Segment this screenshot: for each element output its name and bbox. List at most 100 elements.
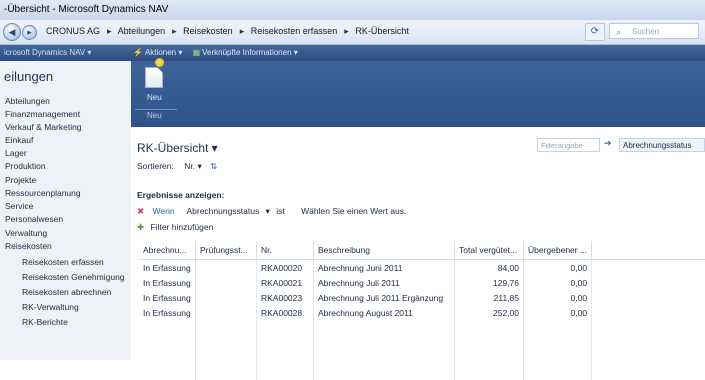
search-icon: ⌕ — [616, 27, 622, 37]
breadcrumb-cronus-ag[interactable]: CRONUS AG — [46, 26, 100, 36]
sidebar-item-produktion[interactable]: Produktion — [5, 160, 46, 173]
sidebar-item-reisekosten[interactable]: Reisekosten — [5, 240, 52, 253]
cell-total: 84,00 — [454, 259, 524, 275]
sort-row: Sortieren: Nr. ▾ ⇅ — [137, 161, 217, 172]
sidebar-item-verwaltung[interactable]: Verwaltung — [5, 227, 47, 240]
cell-empty — [591, 305, 705, 320]
new-button[interactable]: Neu — [147, 93, 162, 102]
column-header-beschreibung[interactable]: Beschreibung — [313, 241, 455, 260]
app-menu[interactable]: icrosoft Dynamics NAV ▾ — [0, 45, 125, 61]
breadcrumb-separator-icon: ▸ — [172, 26, 177, 36]
cell-nr: RKA00020 — [256, 259, 314, 275]
sidebar-item-verkauf-marketing[interactable]: Verkauf & Marketing — [5, 121, 82, 134]
search-input[interactable]: ⌕ Suchen — [609, 23, 699, 39]
forward-arrow-icon[interactable]: ▸ — [22, 25, 37, 40]
breadcrumb-rk-uebersicht[interactable]: RK-Übersicht — [355, 26, 409, 36]
sort-label: Sortieren: — [137, 161, 174, 171]
table-row-empty — [139, 350, 705, 365]
sidebar-item-reisekosten-genehmigung[interactable]: Reisekosten Genehmigung — [22, 271, 125, 284]
breadcrumb-separator-icon: ▸ — [344, 26, 349, 36]
menu-bar: icrosoft Dynamics NAV ▾ ⚡ Aktionen ▾ ▦ Ver… — [0, 45, 705, 61]
where-field-dropdown-icon[interactable]: ▾ — [266, 206, 270, 216]
sidebar-item-ressourcenplanung[interactable]: Ressourcenplanung — [5, 187, 81, 200]
new-star-icon — [155, 58, 164, 67]
window-title: -Übersicht - Microsoft Dynamics NAV — [4, 4, 169, 15]
sidebar-item-projekte[interactable]: Projekte — [5, 174, 36, 187]
where-operator[interactable]: ist — [276, 206, 285, 216]
breadcrumb-reisekosten-erfassen[interactable]: Reisekosten erfassen — [251, 26, 338, 36]
window-titlebar: -Übersicht - Microsoft Dynamics NAV — [0, 0, 705, 21]
ribbon-group-divider — [135, 109, 177, 110]
cell-empty — [591, 275, 705, 290]
ribbon: Neu Neu — [131, 58, 705, 127]
sidebar-item-reisekosten-abrechnen[interactable]: Reisekosten abrechnen — [22, 286, 111, 299]
sidebar-title: eilungen — [4, 69, 54, 84]
filter-field-select[interactable]: Abrechnungsstatus — [619, 138, 705, 152]
lightning-icon: ⚡ — [133, 48, 143, 57]
refresh-icon[interactable]: ⟳ — [585, 23, 605, 41]
column-header-abrechnungsstatus[interactable]: Abrechnu... — [139, 241, 196, 260]
sidebar-item-service[interactable]: Service — [5, 200, 33, 213]
filter-arrow-icon[interactable]: ➔ — [604, 138, 612, 149]
related-info-menu[interactable]: Verknüpfte Informationen ▾ — [202, 48, 298, 57]
cell-total: 129,76 — [454, 275, 524, 290]
cell-status: In Erfassung — [139, 305, 196, 320]
sidebar-item-finanzmanagement[interactable]: Finanzmanagement — [5, 108, 80, 121]
sidebar-item-lager[interactable]: Lager — [5, 147, 27, 160]
breadcrumb-separator-icon: ▸ — [107, 26, 112, 36]
filter-condition-row: ✖ Wenn Abrechnungsstatus ▾ ist Wählen Si… — [137, 206, 406, 217]
sidebar-item-personalwesen[interactable]: Personalwesen — [5, 213, 63, 226]
breadcrumb-reisekosten[interactable]: Reisekosten — [183, 26, 233, 36]
cell-pruefungsstatus — [195, 290, 257, 305]
sidebar-item-reisekosten-erfassen[interactable]: Reisekosten erfassen — [22, 256, 104, 269]
table-row[interactable]: In Erfassung RKA00023 Abrechnung Juli 20… — [139, 290, 705, 305]
table-header-row: Abrechnu... Prüfungsst... Nr. Beschreibu… — [139, 241, 705, 260]
table-row-empty — [139, 320, 705, 335]
new-document-icon[interactable] — [145, 67, 163, 88]
search-placeholder: Suchen — [632, 27, 660, 36]
back-arrow-icon[interactable]: ◀ — [3, 23, 21, 41]
where-value-input[interactable]: Wählen Sie einen Wert aus. — [301, 206, 406, 216]
filter-input[interactable]: Filterangabe — [537, 138, 600, 152]
cell-uebergeben: 0,00 — [523, 275, 593, 290]
add-filter-link[interactable]: Filter hinzufügen — [151, 222, 214, 232]
cell-total: 252,00 — [454, 305, 524, 320]
where-field-select[interactable]: Abrechnungsstatus — [186, 206, 259, 216]
sidebar-item-rk-verwaltung[interactable]: RK-Verwaltung — [22, 301, 79, 314]
breadcrumb-abteilungen[interactable]: Abteilungen — [118, 26, 166, 36]
cell-nr: RKA00023 — [256, 290, 314, 305]
results-label: Ergebnisse anzeigen: — [137, 190, 225, 200]
remove-filter-icon[interactable]: ✖ — [137, 206, 144, 216]
page-title[interactable]: RK-Übersicht ▾ — [137, 141, 218, 155]
cell-status: In Erfassung — [139, 290, 196, 305]
column-header-empty — [591, 241, 705, 260]
column-header-nr[interactable]: Nr. — [256, 241, 314, 260]
cell-beschreibung: Abrechnung Juni 2011 — [313, 259, 455, 275]
column-header-pruefungsstatus[interactable]: Prüfungsst... — [195, 241, 257, 260]
main-content: RK-Übersicht ▾ Filterangabe ➔ Abrechnung… — [131, 127, 705, 380]
sort-field-select[interactable]: Nr. ▾ — [184, 161, 202, 171]
cell-empty — [591, 259, 705, 275]
table-row[interactable]: In Erfassung RKA00021 Abrechnung Juli 20… — [139, 275, 705, 290]
cell-uebergeben: 0,00 — [523, 290, 593, 305]
sidebar: eilungen Abteilungen Finanzmanagement Ve… — [0, 61, 132, 360]
column-header-total-verguetet[interactable]: Total vergütet... — [454, 241, 524, 260]
cell-total: 211,85 — [454, 290, 524, 305]
sidebar-item-rk-berichte[interactable]: RK-Berichte — [22, 316, 68, 329]
cell-beschreibung: Abrechnung Juli 2011 — [313, 275, 455, 290]
sort-ascending-icon[interactable]: ⇅ — [210, 161, 217, 171]
cell-nr: RKA00021 — [256, 275, 314, 290]
sidebar-item-abteilungen[interactable]: Abteilungen — [5, 95, 50, 108]
cell-beschreibung: Abrechnung August 2011 — [313, 305, 455, 320]
ribbon-group-label: Neu — [147, 111, 162, 120]
cell-pruefungsstatus — [195, 305, 257, 320]
sidebar-item-einkauf[interactable]: Einkauf — [5, 134, 33, 147]
add-filter-icon[interactable]: ✚ — [137, 222, 144, 232]
where-label: Wenn — [152, 206, 175, 216]
table-row[interactable]: In Erfassung RKA00028 Abrechnung August … — [139, 305, 705, 320]
table-row-empty — [139, 335, 705, 350]
cell-beschreibung: Abrechnung Juli 2011 Ergänzung — [313, 290, 455, 305]
table-row[interactable]: In Erfassung RKA00020 Abrechnung Juni 20… — [139, 259, 705, 275]
related-info-icon: ▦ — [192, 48, 201, 57]
column-header-uebergebener[interactable]: Übergebener ... — [523, 241, 593, 260]
